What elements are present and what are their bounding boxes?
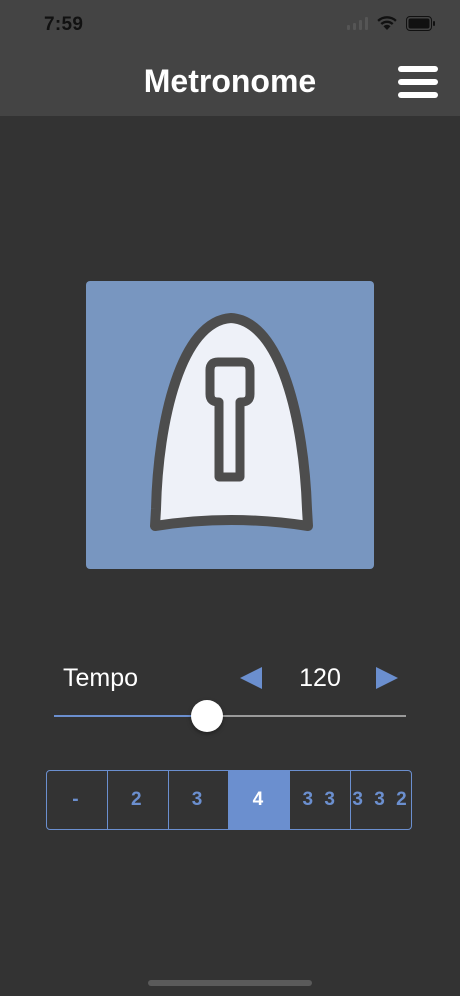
battery-icon	[406, 15, 436, 31]
time-signature-option[interactable]: 3 3 2	[350, 771, 411, 829]
tempo-value: 120	[299, 664, 341, 692]
triangle-right-icon	[376, 667, 398, 689]
home-indicator	[148, 980, 312, 986]
triangle-left-icon	[240, 667, 262, 689]
status-icons	[347, 15, 436, 31]
page-title: Metronome	[143, 63, 317, 99]
time-signature-option[interactable]: 4	[228, 771, 290, 829]
time-signature-option[interactable]: -	[47, 771, 107, 829]
metronome-screen: 7:59 Metronome Tempo 120 - 2 3 4 3 3 3 3…	[0, 0, 460, 996]
wifi-icon	[376, 15, 398, 31]
tempo-increase-button[interactable]	[374, 665, 400, 691]
nav-header: 7:59 Metronome	[0, 0, 460, 116]
tempo-decrease-button[interactable]	[238, 665, 264, 691]
tempo-slider[interactable]	[54, 700, 406, 732]
time-signature-option[interactable]: 2	[106, 771, 168, 829]
tempo-label: Tempo	[63, 664, 139, 692]
cellular-signal-icon	[347, 16, 368, 30]
time-signature-selector: -2343 33 3 2	[46, 770, 412, 830]
slider-fill	[54, 715, 207, 717]
time-signature-option[interactable]: 3 3	[289, 771, 350, 829]
status-time: 7:59	[44, 14, 84, 35]
time-signature-option[interactable]: 3	[167, 771, 229, 829]
metronome-artwork	[86, 281, 374, 569]
metronome-icon	[150, 313, 313, 531]
menu-button[interactable]	[398, 66, 438, 98]
slider-thumb[interactable]	[191, 700, 223, 732]
